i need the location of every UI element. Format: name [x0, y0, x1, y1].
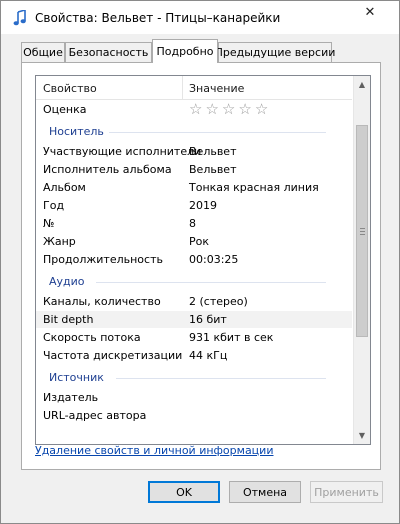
rating-row[interactable]: Оценка ☆ ☆ ☆ ☆ ☆	[36, 101, 352, 118]
property-name: Жанр	[43, 235, 76, 248]
property-value: 2 (стерео)	[189, 295, 248, 308]
list-item[interactable]: URL-адрес автора	[36, 407, 352, 424]
grip-icon	[360, 228, 365, 235]
property-name: Bit depth	[43, 313, 94, 326]
group-divider	[109, 132, 326, 133]
group-media-label: Носитель	[49, 125, 104, 138]
property-list[interactable]: Свойство Значение Оценка ☆ ☆ ☆ ☆ ☆ Носит…	[35, 75, 371, 445]
list-item[interactable]: № 8	[36, 215, 352, 232]
list-item[interactable]: Каналы, количество 2 (стерео)	[36, 293, 352, 310]
scroll-down-button[interactable]: ▼	[354, 427, 370, 444]
apply-button[interactable]: Применить	[310, 481, 383, 503]
tab-details[interactable]: Подробно	[152, 39, 218, 63]
title-bar: Свойства: Вельвет - Птицы–канарейки ✕	[1, 1, 399, 34]
property-value: 44 кГц	[189, 349, 228, 362]
remove-properties-link[interactable]: Удаление свойств и личной информации	[35, 444, 273, 457]
cancel-button[interactable]: Отмена	[229, 481, 301, 503]
property-value: 2019	[189, 199, 217, 212]
property-name: Каналы, количество	[43, 295, 161, 308]
property-value: Тонкая красная линия	[189, 181, 319, 194]
music-file-icon	[13, 8, 27, 26]
property-name: Исполнитель альбома	[43, 163, 172, 176]
list-item[interactable]: Исполнитель альбома Вельвет	[36, 161, 352, 178]
chevron-up-icon: ▲	[358, 80, 366, 89]
property-value: 00:03:25	[189, 253, 239, 266]
property-name: Издатель	[43, 391, 99, 404]
scrollbar-thumb[interactable]	[356, 125, 368, 337]
column-header-property[interactable]: Свойство	[43, 82, 97, 95]
list-header: Свойство Значение	[36, 76, 352, 100]
group-audio: Аудио	[36, 273, 352, 291]
list-item[interactable]: Издатель	[36, 389, 352, 406]
tab-general[interactable]: Общие	[21, 42, 65, 62]
property-value: Вельвет	[189, 163, 237, 176]
tab-security[interactable]: Безопасность	[65, 42, 152, 62]
tab-previous-versions[interactable]: Предыдущие версии	[215, 42, 335, 62]
vertical-scrollbar[interactable]: ▲ ▼	[353, 76, 370, 444]
group-audio-label: Аудио	[49, 275, 85, 288]
property-name: URL-адрес автора	[43, 409, 147, 422]
list-item[interactable]: Скорость потока 931 кбит в сек	[36, 329, 352, 346]
group-source: Источник	[36, 369, 352, 387]
column-divider[interactable]	[182, 76, 183, 99]
ok-button[interactable]: OK	[148, 481, 220, 503]
property-name: Скорость потока	[43, 331, 141, 344]
list-item[interactable]: Bit depth 16 бит	[36, 311, 352, 328]
scroll-up-button[interactable]: ▲	[354, 76, 370, 93]
close-button[interactable]: ✕	[347, 1, 393, 23]
property-name: Продолжительность	[43, 253, 163, 266]
group-divider	[116, 378, 326, 379]
list-item[interactable]: Продолжительность 00:03:25	[36, 251, 352, 268]
property-value: 931 кбит в сек	[189, 331, 274, 344]
property-value: Рок	[189, 235, 210, 248]
rating-stars[interactable]: ☆ ☆ ☆ ☆ ☆	[189, 101, 268, 118]
star-icon[interactable]: ☆	[255, 101, 268, 118]
property-name: Частота дискретизации	[43, 349, 183, 362]
star-icon[interactable]: ☆	[189, 101, 202, 118]
list-item[interactable]: Альбом Тонкая красная линия	[36, 179, 352, 196]
column-header-value[interactable]: Значение	[189, 82, 244, 95]
property-name: Альбом	[43, 181, 86, 194]
star-icon[interactable]: ☆	[238, 101, 251, 118]
rating-label: Оценка	[43, 103, 87, 116]
property-name: №	[43, 217, 55, 230]
chevron-down-icon: ▼	[358, 431, 366, 440]
close-icon: ✕	[364, 4, 376, 20]
property-value: 8	[189, 217, 196, 230]
property-value: 16 бит	[189, 313, 227, 326]
window-title: Свойства: Вельвет - Птицы–канарейки	[35, 11, 281, 25]
group-media: Носитель	[36, 123, 352, 141]
details-panel: Свойство Значение Оценка ☆ ☆ ☆ ☆ ☆ Носит…	[21, 62, 381, 470]
property-name: Участвующие исполнители	[43, 145, 202, 158]
property-name: Год	[43, 199, 65, 212]
list-item[interactable]: Жанр Рок	[36, 233, 352, 250]
group-divider	[96, 282, 326, 283]
star-icon[interactable]: ☆	[205, 101, 218, 118]
star-icon[interactable]: ☆	[222, 101, 235, 118]
list-item[interactable]: Участвующие исполнители Вельвет	[36, 143, 352, 160]
group-source-label: Источник	[49, 371, 104, 384]
property-value: Вельвет	[189, 145, 237, 158]
list-item[interactable]: Год 2019	[36, 197, 352, 214]
list-item[interactable]: Частота дискретизации 44 кГц	[36, 347, 352, 364]
properties-dialog: Свойства: Вельвет - Птицы–канарейки ✕ Об…	[0, 0, 400, 524]
